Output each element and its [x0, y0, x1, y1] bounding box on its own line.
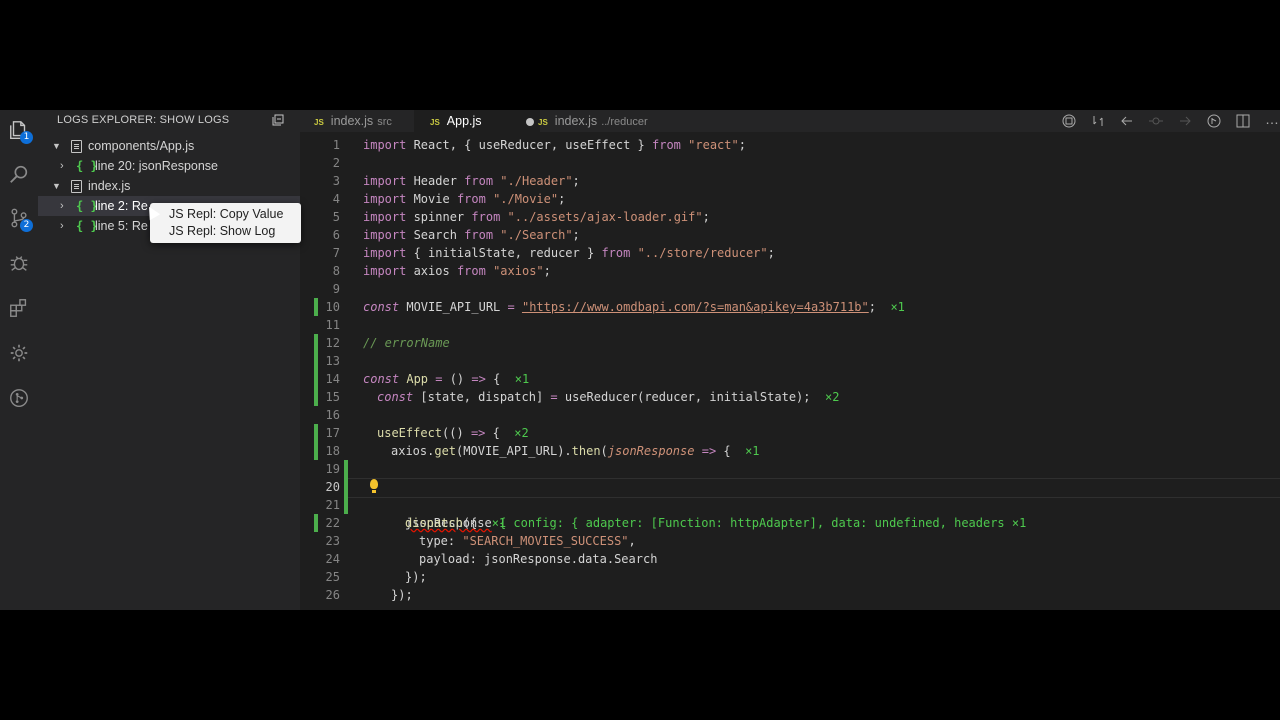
extensions-icon[interactable] [5, 294, 33, 322]
log-count-badge: ×1 [745, 444, 760, 458]
log-count-badge: ×2 [824, 390, 840, 404]
settings-sync-icon[interactable] [5, 339, 33, 367]
code-line-23: type: "SEARCH_MOVIES_SUCCESS", [419, 534, 636, 548]
tree-label: components/App.js [88, 139, 195, 153]
tab-sub: ../reducer [601, 116, 648, 128]
tree-file-app[interactable]: ▼ components/App.js [38, 136, 300, 156]
menu-item-copy-value[interactable]: JS Repl: Copy Value [169, 207, 283, 221]
tab-app[interactable]: JS App.js [414, 110, 540, 132]
chevron-down-icon: ▼ [52, 181, 61, 191]
tree-label: index.js [88, 179, 131, 193]
git-change-bar [344, 460, 348, 478]
tab-sub: src [377, 116, 392, 128]
source-control-badge: 2 [20, 219, 33, 232]
search-icon[interactable] [5, 160, 33, 188]
code-line-15: const [state, dispatch] = useReducer(red… [377, 390, 840, 404]
log-count-badge: ×1 [514, 372, 530, 386]
code-line-25: }); [405, 570, 427, 584]
code-line-10: const MOVIE_API_URL = "https://www.omdba… [363, 300, 905, 314]
code-editor[interactable]: 1 2 3 4 5 6 7 8 9 10 11 12 13 14 15 16 1… [300, 132, 1280, 610]
vscode-window: 1 2 LOGS EXPLORER: SHOW LOGS ▼ component… [0, 110, 1280, 610]
log-count-badge: ×1 [491, 516, 507, 530]
code-line-3: import Header from "./Header"; [363, 174, 580, 188]
tree-label: line 2: Re [95, 199, 148, 213]
source-control-icon[interactable]: 2 [5, 204, 33, 232]
tree-label: line 5: Re [95, 219, 148, 233]
tab-label: App.js [446, 114, 482, 128]
line-number: 11 [325, 318, 340, 332]
tab-label: index.js [554, 114, 598, 128]
git-change-bar [344, 496, 348, 514]
tab-index-reducer[interactable]: JS index.js ../reducer [524, 110, 690, 132]
explorer-badge: 1 [20, 131, 33, 144]
code-line-8: import axios from "axios"; [363, 264, 551, 278]
file-icon [71, 140, 82, 153]
log-count-badge: ×2 [514, 426, 529, 440]
code-line-26: }); [391, 588, 413, 602]
open-preview-icon[interactable] [1062, 114, 1076, 128]
js-file-icon: JS [538, 118, 548, 127]
code-line-18: axios.get(MOVIE_API_URL).then(jsonRespon… [391, 444, 760, 458]
tab-label: index.js [330, 114, 374, 128]
line-number: 19 [325, 462, 340, 476]
more-actions-icon[interactable]: … [1265, 112, 1279, 128]
lightbulb-icon[interactable] [370, 479, 378, 493]
code-line-17: useEffect(() => { ×2 [377, 426, 529, 440]
code-line-22: dispatch({ ×1 [405, 516, 507, 530]
file-icon [71, 180, 82, 193]
tree-label: line 20: jsonResponse [95, 159, 218, 173]
explorer-icon[interactable]: 1 [5, 116, 33, 144]
editor-tabs: JS index.js src JS App.js JS index.js ../redu… [300, 110, 1280, 132]
split-editor-icon[interactable] [1236, 114, 1250, 128]
code-line-14: const App = () => { ×1 [363, 372, 530, 386]
logs-explorer-panel: LOGS EXPLORER: SHOW LOGS ▼ components/Ap… [38, 110, 300, 610]
js-file-icon: JS [430, 118, 440, 127]
chevron-down-icon: ▼ [52, 141, 61, 151]
tree-log-line-20[interactable]: › { } line 20: jsonResponse [38, 156, 300, 176]
context-menu: JS Repl: Copy Value JS Repl: Show Log [150, 203, 301, 243]
git-change-bar [314, 352, 318, 370]
activity-bar: 1 2 [0, 110, 38, 610]
code-line-12: // errorName [363, 336, 450, 350]
commit-icon[interactable] [1149, 114, 1163, 128]
chevron-right-icon: › [60, 160, 64, 172]
code-line-4: import Movie from "./Movie"; [363, 192, 566, 206]
tree-file-index[interactable]: ▼ index.js [38, 176, 300, 196]
code-line-6: import Search from "./Search"; [363, 228, 580, 242]
code-line-5: import spinner from "../assets/ajax-load… [363, 210, 710, 224]
menu-item-show-log[interactable]: JS Repl: Show Log [169, 224, 275, 238]
debug-icon[interactable] [5, 249, 33, 277]
line-number: 16 [325, 408, 340, 422]
code-line-24: payload: jsonResponse.data.Search [419, 552, 658, 566]
git-history-icon[interactable] [1207, 114, 1221, 128]
js-file-icon: JS [314, 118, 324, 127]
collapse-all-icon[interactable] [272, 114, 284, 126]
compare-changes-icon[interactable] [1091, 114, 1105, 128]
go-back-icon[interactable] [1120, 114, 1134, 128]
tab-index-src[interactable]: JS index.js src [300, 110, 428, 132]
line-number: 2 [332, 156, 340, 170]
panel-title: LOGS EXPLORER: SHOW LOGS [57, 114, 230, 126]
line-number: 9 [332, 282, 340, 296]
code-line-7: import { initialState, reducer } from ".… [363, 246, 775, 260]
log-count-badge: ×1 [890, 300, 905, 314]
git-lens-icon[interactable] [5, 384, 33, 412]
chevron-right-icon: › [60, 220, 64, 232]
go-forward-icon[interactable] [1178, 114, 1192, 128]
code-line-20: jsonResponse { config: { adapter: [Funct… [300, 478, 1280, 530]
chevron-right-icon: › [60, 200, 64, 212]
code-line-1: import React, { useReducer, useEffect } … [363, 138, 746, 152]
